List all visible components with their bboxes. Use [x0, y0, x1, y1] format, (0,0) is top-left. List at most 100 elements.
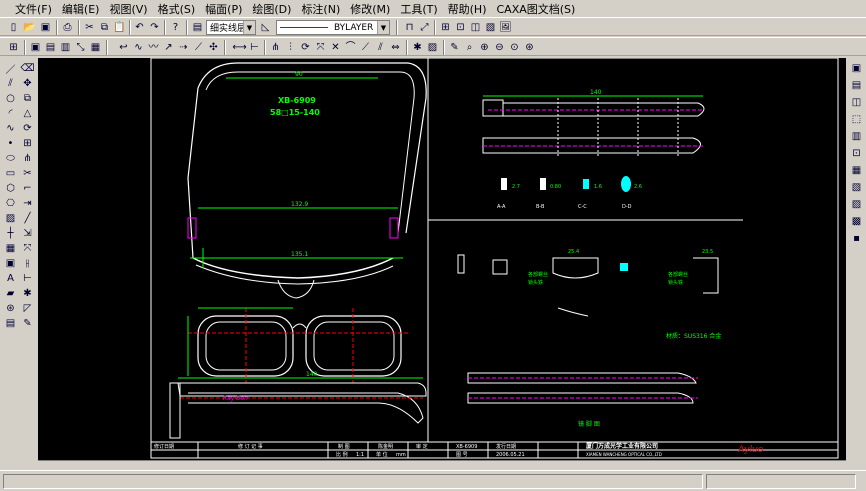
grid-icon[interactable]: ⊞	[6, 40, 21, 55]
view-tool-icon[interactable]: ◫	[468, 20, 483, 35]
centerline-icon[interactable]: ┼	[3, 226, 18, 241]
part-table-icon[interactable]: ▥	[58, 40, 73, 55]
rect-icon[interactable]: ▭	[3, 166, 18, 181]
menu-item-9[interactable]: 帮助(H)	[443, 1, 492, 17]
trim-icon[interactable]: ✕	[328, 40, 343, 55]
layer-combo[interactable]: 细实线层 ▼	[206, 20, 256, 35]
fill-icon[interactable]: ▰	[3, 286, 18, 301]
title-block-icon[interactable]: ▤	[43, 40, 58, 55]
stretch-tool-icon[interactable]: ⇲	[20, 226, 35, 241]
chamfer-icon[interactable]: ⟋	[358, 40, 373, 55]
pencil-tool-icon[interactable]: ✎	[20, 316, 35, 331]
menu-item-0[interactable]: 文件(F)	[10, 1, 57, 17]
symbol-icon[interactable]: ⊛	[3, 301, 18, 316]
spline-icon[interactable]: ∿	[131, 40, 146, 55]
menu-item-8[interactable]: 工具(T)	[395, 1, 442, 17]
ellipse-icon[interactable]: ⬭	[3, 151, 18, 166]
copy-tool-icon[interactable]: ⧉	[20, 91, 35, 106]
rotate-icon[interactable]: ⟳	[298, 40, 313, 55]
triangle-icon[interactable]: △	[20, 106, 35, 121]
scale-tool-icon[interactable]: ⤧	[20, 241, 35, 256]
fillet-tool-icon[interactable]: ⌐	[20, 181, 35, 196]
view-parts-icon[interactable]: ▧	[849, 180, 864, 195]
point-icon[interactable]: •	[3, 136, 18, 151]
extend-tool-icon[interactable]: ⇥	[20, 196, 35, 211]
menu-item-4[interactable]: 幅面(P)	[200, 1, 247, 17]
view-iso-icon[interactable]: ⬚	[849, 112, 864, 127]
zoom-prev-icon[interactable]: ⊛	[522, 40, 537, 55]
query-tool-icon[interactable]: ▧	[483, 20, 498, 35]
move-tool-icon[interactable]: ✥	[20, 76, 35, 91]
redo-icon[interactable]: ↷	[147, 20, 162, 35]
pencil-icon[interactable]: ✎	[447, 40, 462, 55]
view-layer-icon[interactable]: ▨	[849, 197, 864, 212]
snap-icon[interactable]: ⊓	[402, 20, 417, 35]
linear-dim-icon[interactable]: ⟷	[232, 40, 247, 55]
hexagon-icon[interactable]: ⎔	[3, 196, 18, 211]
array-icon[interactable]: ⫶	[283, 40, 298, 55]
break-tool-icon[interactable]: ╱	[20, 211, 35, 226]
move-icon[interactable]: ✣	[206, 40, 221, 55]
drawing-canvas[interactable]: 90 132.9 135.1 XB-6909 58□15-140 140 Ray…	[38, 57, 846, 460]
arc-icon[interactable]: ◜	[3, 106, 18, 121]
color-combo[interactable]: BYLAYER ▼	[276, 20, 390, 35]
linetype-icon[interactable]: ◺	[258, 20, 273, 35]
offset-icon[interactable]: ⫽	[373, 40, 388, 55]
menu-item-6[interactable]: 标注(N)	[296, 1, 345, 17]
fillet-icon[interactable]: ⌒	[343, 40, 358, 55]
horizontal-scrollbar[interactable]	[38, 460, 846, 470]
wave-icon[interactable]: 〰	[146, 40, 161, 55]
array-tool-icon[interactable]: ⊞	[20, 136, 35, 151]
paste-icon[interactable]: 📋	[112, 20, 127, 35]
image-tool-icon[interactable]: 🖼	[498, 20, 513, 35]
zoom-tool-icon[interactable]: ⊞	[438, 20, 453, 35]
print-icon[interactable]: ⎙	[60, 20, 75, 35]
explode-tool-icon[interactable]: ✱	[20, 286, 35, 301]
line-icon[interactable]: ／	[3, 61, 18, 76]
pan-tool-icon[interactable]: ⊡	[453, 20, 468, 35]
ortho-icon[interactable]: ⤢	[417, 20, 432, 35]
menu-item-2[interactable]: 视图(V)	[104, 1, 152, 17]
baseline-dim-icon[interactable]: ⊢	[247, 40, 262, 55]
curve-icon[interactable]: ↩	[116, 40, 131, 55]
menu-item-5[interactable]: 绘图(D)	[247, 1, 296, 17]
mirror-tool-icon[interactable]: ⋔	[20, 151, 35, 166]
polygon-icon[interactable]: ⬡	[3, 181, 18, 196]
block-icon[interactable]: ▦	[3, 241, 18, 256]
dimension-icon[interactable]: ⤡	[73, 40, 88, 55]
dim-tool-icon[interactable]: ⊢	[20, 271, 35, 286]
hatch-tool-icon[interactable]: ▨	[3, 211, 18, 226]
view-detail-icon[interactable]: ⊡	[849, 146, 864, 161]
menu-item-10[interactable]: CAXA图文档(S)	[492, 1, 581, 17]
zoom-out-icon[interactable]: ⊖	[492, 40, 507, 55]
scale-icon[interactable]: ⤧	[313, 40, 328, 55]
view-top-icon[interactable]: ▤	[849, 78, 864, 93]
layer-icon[interactable]: ▤	[190, 20, 205, 35]
circle-icon[interactable]: ○	[3, 91, 18, 106]
open-file-icon[interactable]: 📂	[22, 20, 37, 35]
stretch-icon[interactable]: ⇔	[388, 40, 403, 55]
copy-icon[interactable]: ⧉	[97, 20, 112, 35]
line-edit-icon[interactable]: ↗	[161, 40, 176, 55]
frame-icon[interactable]: ▣	[28, 40, 43, 55]
extend-icon[interactable]: ⇢	[176, 40, 191, 55]
menu-item-3[interactable]: 格式(S)	[153, 1, 201, 17]
eraser-icon[interactable]: ⌫	[20, 61, 35, 76]
view-section-icon[interactable]: ▥	[849, 129, 864, 144]
explode-icon[interactable]: ✱	[410, 40, 425, 55]
offset-tool-icon[interactable]: ⫲	[20, 256, 35, 271]
zoom-window-icon[interactable]: ⌕	[462, 40, 477, 55]
zoom-in-icon[interactable]: ⊕	[477, 40, 492, 55]
undo-icon[interactable]: ↶	[132, 20, 147, 35]
image-insert-icon[interactable]: ▣	[3, 256, 18, 271]
text-icon[interactable]: A	[3, 271, 18, 286]
chevron-down-icon[interactable]: ▼	[377, 21, 389, 34]
view-side-icon[interactable]: ◫	[849, 95, 864, 110]
hatch-icon[interactable]: ▨	[425, 40, 440, 55]
zoom-all-icon[interactable]: ⊙	[507, 40, 522, 55]
view-render-icon[interactable]: ▦	[849, 163, 864, 178]
cut-icon[interactable]: ✂	[82, 20, 97, 35]
scissors-icon[interactable]: ✂	[20, 166, 35, 181]
view-bom-icon[interactable]: ▩	[849, 214, 864, 229]
table-tool-icon[interactable]: ▤	[3, 316, 18, 331]
